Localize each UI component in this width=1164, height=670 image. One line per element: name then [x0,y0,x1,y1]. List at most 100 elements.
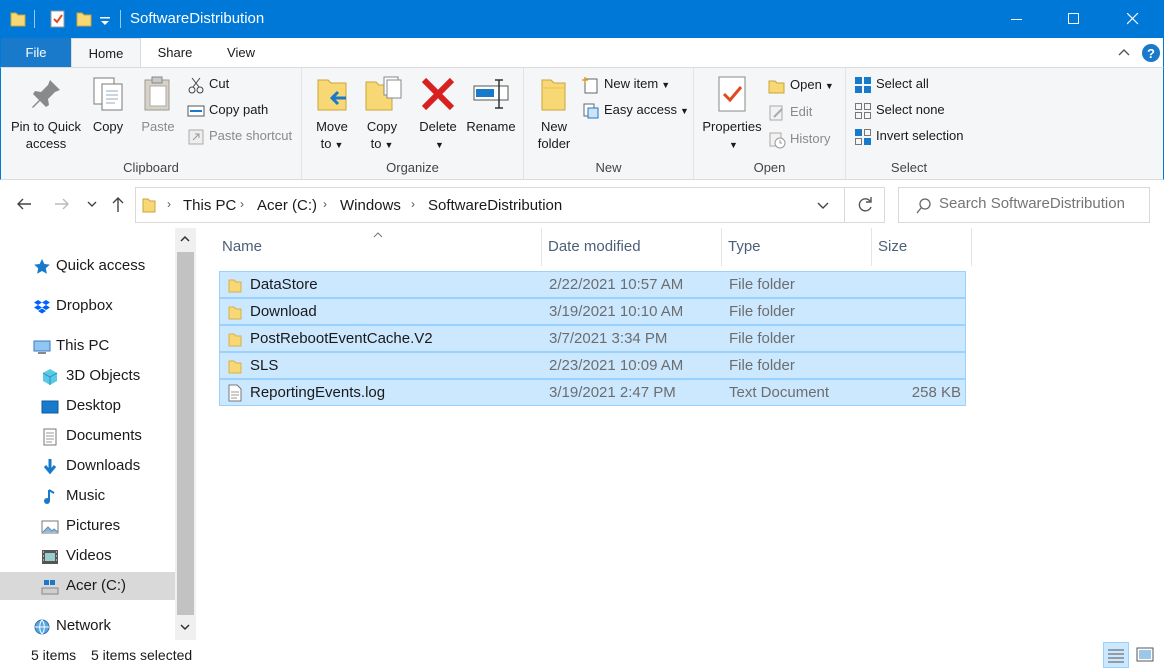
paste-shortcut-button[interactable]: Paste shortcut [187,125,292,147]
file-row[interactable]: SLS 2/23/2021 10:09 AM File folder [219,352,966,379]
select-none-icon [855,102,871,119]
nav-item-network[interactable]: Network [0,612,175,640]
scroll-down-icon[interactable] [179,622,191,632]
column-header-size[interactable]: Size [872,228,972,266]
search-input[interactable] [939,195,1144,212]
nav-item-this-pc[interactable]: This PC [0,332,175,360]
file-row[interactable]: Download 3/19/2021 10:10 AM File folder [219,298,966,325]
chevron-up-icon[interactable] [1118,47,1130,57]
video-icon [42,550,58,564]
column-header-date-modified[interactable]: Date modified [542,228,722,266]
help-icon[interactable]: ? [1141,43,1161,63]
select-all-button[interactable]: Select all [854,73,929,95]
nav-pane-scrollbar[interactable] [175,228,196,640]
title-separator [34,10,35,28]
edit-button[interactable]: Edit [768,101,812,123]
breadcrumb-separator[interactable]: › [167,197,171,211]
tab-home[interactable]: Home [71,38,141,67]
new-folder-quick-icon[interactable] [74,9,94,29]
select-all-icon [855,76,871,93]
nav-label: 3D Objects [66,367,141,384]
copy-to-icon [365,76,402,111]
nav-item-documents[interactable]: Documents [0,422,175,450]
minimize-button[interactable] [994,0,1040,38]
forward-button[interactable] [52,194,72,214]
details-view-button[interactable] [1103,642,1129,668]
easy-access-button[interactable]: Easy access ▼ [582,99,689,121]
file-row[interactable]: DataStore 2/22/2021 10:57 AM File folder [219,271,966,298]
pin-label-line1: Pin to Quick [10,119,82,134]
copy-label: Copy [92,119,124,134]
recent-locations-button[interactable] [84,194,100,214]
breadcrumb-this-pc[interactable]: This PC [183,197,236,214]
pin-to-quick-access-button[interactable]: Pin to Quick access [7,74,85,152]
cut-button[interactable]: Cut [187,73,229,95]
scrollbar-thumb[interactable] [177,252,194,615]
nav-item-downloads[interactable]: Downloads [0,452,175,480]
file-type: Text Document [729,384,830,401]
tab-view[interactable]: View [213,38,269,67]
move-to-button[interactable]: Move to ▼ [312,74,352,154]
close-button[interactable] [1110,0,1156,38]
customize-quick-access-icon[interactable] [98,9,112,29]
ribbon: Pin to Quick access Copy Paste Cut Copy … [0,67,1164,180]
large-icons-view-icon [1136,647,1154,662]
history-button[interactable]: History [768,128,830,150]
folder-icon [228,306,242,320]
copy-to-line1: Copy [366,119,398,134]
nav-item-acer-c[interactable]: Acer (C:) [0,572,175,600]
nav-item-quick-access[interactable]: Quick access [0,252,175,280]
nav-item-desktop[interactable]: Desktop [0,392,175,420]
column-header-name[interactable]: Name [216,228,542,266]
nav-item-pictures[interactable]: Pictures [0,512,175,540]
new-folder-button[interactable]: New folder [534,74,574,152]
nav-label: Acer (C:) [66,577,126,594]
folder-icon [228,360,242,374]
breadcrumb-separator[interactable]: › [411,197,415,211]
copy-path-button[interactable]: Copy path [187,99,268,121]
folder-icon [228,333,242,347]
breadcrumb-softwaredistribution[interactable]: SoftwareDistribution [428,197,562,214]
properties-button[interactable]: Properties ▼ [700,74,764,154]
nav-item-music[interactable]: Music [0,482,175,510]
organize-group: Move to ▼ Copy to ▼ Delete ▼ Rename Organiz… [302,68,524,179]
edit-label: Edit [790,104,813,119]
breadcrumb-windows[interactable]: Windows [340,197,401,214]
breadcrumb-acer-c[interactable]: Acer (C:) [257,197,317,214]
properties-quick-icon[interactable] [48,9,68,29]
nav-item-3d-objects[interactable]: 3D Objects [0,362,175,390]
up-button[interactable] [108,194,128,214]
address-history-chevron-icon[interactable] [816,200,830,212]
navigation-bar: › This PC › Acer (C:) › Windows › Softwa… [0,180,1164,228]
new-item-button[interactable]: New item ▼ [582,73,670,95]
move-to-icon [317,79,347,111]
properties-icon [718,76,746,112]
tab-share[interactable]: Share [147,38,203,67]
nav-label: Quick access [56,257,146,274]
delete-button[interactable]: Delete ▼ [418,74,458,154]
copy-to-button[interactable]: Copy to ▼ [362,74,402,154]
organize-group-label: Organize [386,160,439,175]
maximize-button[interactable] [1051,0,1097,38]
invert-selection-button[interactable]: Invert selection [854,125,963,147]
column-header-type[interactable]: Type [722,228,872,266]
file-row[interactable]: ReportingEvents.log 3/19/2021 2:47 PM Te… [219,379,966,406]
search-box[interactable] [898,187,1150,223]
select-none-button[interactable]: Select none [854,99,945,121]
breadcrumb-separator[interactable]: › [240,197,244,211]
address-bar[interactable]: › This PC › Acer (C:) › Windows › Softwa… [135,187,845,223]
large-icons-view-button[interactable] [1132,642,1158,668]
paste-button[interactable]: Paste [137,74,179,135]
breadcrumb-separator[interactable]: › [323,197,327,211]
back-button[interactable] [14,194,34,214]
refresh-button[interactable] [845,187,885,223]
rename-button[interactable]: Rename [466,74,516,135]
tab-file[interactable]: File [1,38,71,67]
scroll-up-icon[interactable] [179,234,191,244]
nav-item-dropbox[interactable]: Dropbox [0,292,175,320]
file-row[interactable]: PostRebootEventCache.V2 3/7/2021 3:34 PM… [219,325,966,352]
pin-icon [32,80,60,108]
open-button[interactable]: Open ▼ [768,74,834,96]
nav-item-videos[interactable]: Videos [0,542,175,570]
copy-button[interactable]: Copy [87,74,129,135]
